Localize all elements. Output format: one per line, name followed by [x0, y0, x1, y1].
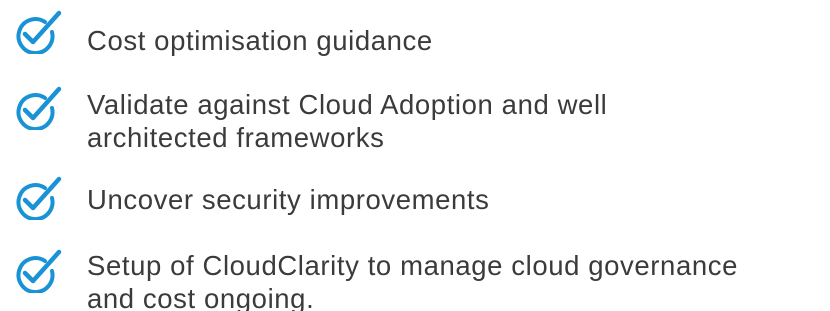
check-circle-icon: [10, 249, 62, 293]
list-item-text: Setup of CloudClarity to manage cloud go…: [87, 249, 822, 311]
check-circle-icon: [10, 10, 62, 54]
list-item-line: and cost ongoing.: [87, 283, 315, 311]
list-item-text: Uncover security improvements: [87, 183, 822, 216]
list-item-line: Setup of CloudClarity to manage cloud go…: [87, 250, 738, 281]
list-item-line: Cost optimisation guidance: [87, 25, 433, 56]
list-item-line: Uncover security improvements: [87, 184, 490, 215]
check-circle-icon: [10, 176, 62, 220]
checklist: Cost optimisation guidance Validate agai…: [0, 0, 830, 311]
check-circle-icon: [10, 86, 62, 130]
list-item-text: Cost optimisation guidance: [87, 24, 822, 57]
list-item-line: architected frameworks: [87, 122, 385, 153]
list-item-line: Validate against Cloud Adoption and well: [87, 89, 608, 120]
list-item-text: Validate against Cloud Adoption and well…: [87, 88, 822, 154]
